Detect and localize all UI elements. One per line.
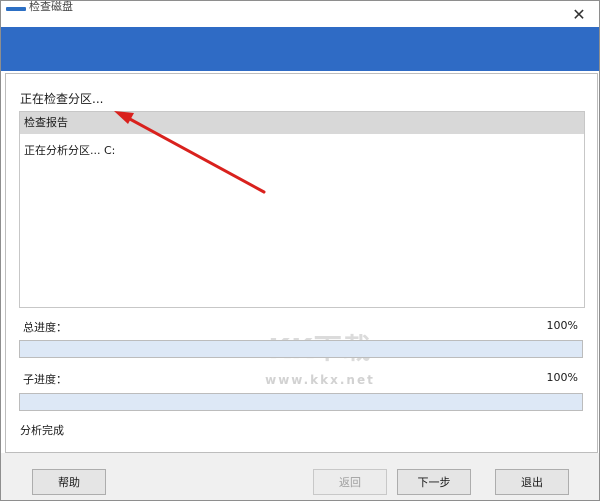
sub-progress-label: 子进度：: [23, 373, 67, 386]
total-progress-label: 总进度：: [23, 321, 67, 334]
report-header: 检查报告: [20, 112, 584, 134]
window-title: 检查磁盘: [29, 1, 73, 13]
exit-button[interactable]: 退出: [495, 469, 569, 495]
sub-progress-bar: [19, 393, 583, 411]
close-icon: ✕: [572, 4, 586, 24]
back-button[interactable]: 返回: [313, 469, 387, 495]
installer-window: 检查磁盘 ✕ 正在检查分区... 检查报告 正在分析分区... C: KK下载 …: [0, 0, 600, 501]
watermark-url: www.kkx.net: [265, 373, 375, 387]
title-bar: 检查磁盘 ✕: [1, 1, 599, 27]
button-bar: 帮助 返回 下一步 退出: [1, 453, 599, 500]
report-list[interactable]: 检查报告 正在分析分区... C: KK下载 www.kkx.net: [19, 111, 585, 387]
watermark: KK下载 www.kkx.net: [255, 327, 385, 397]
help-button[interactable]: 帮助: [32, 469, 106, 495]
sub-progress-percent: 100%: [546, 371, 578, 384]
total-progress-percent: 100%: [546, 319, 578, 332]
total-progress-fill: [20, 341, 582, 357]
next-button[interactable]: 下一步: [397, 469, 471, 495]
report-line: 正在分析分区... C:: [24, 144, 116, 157]
content-panel: 正在检查分区... 检查报告 正在分析分区... C: KK下载 www.kkx…: [5, 73, 598, 453]
result-text: 分析完成: [20, 424, 64, 437]
sub-progress-fill: [20, 394, 582, 410]
close-button[interactable]: ✕: [559, 1, 599, 27]
status-heading: 正在检查分区...: [20, 92, 104, 106]
app-icon: [6, 7, 26, 11]
header-banner: [1, 27, 599, 71]
total-progress-bar: [19, 340, 583, 358]
